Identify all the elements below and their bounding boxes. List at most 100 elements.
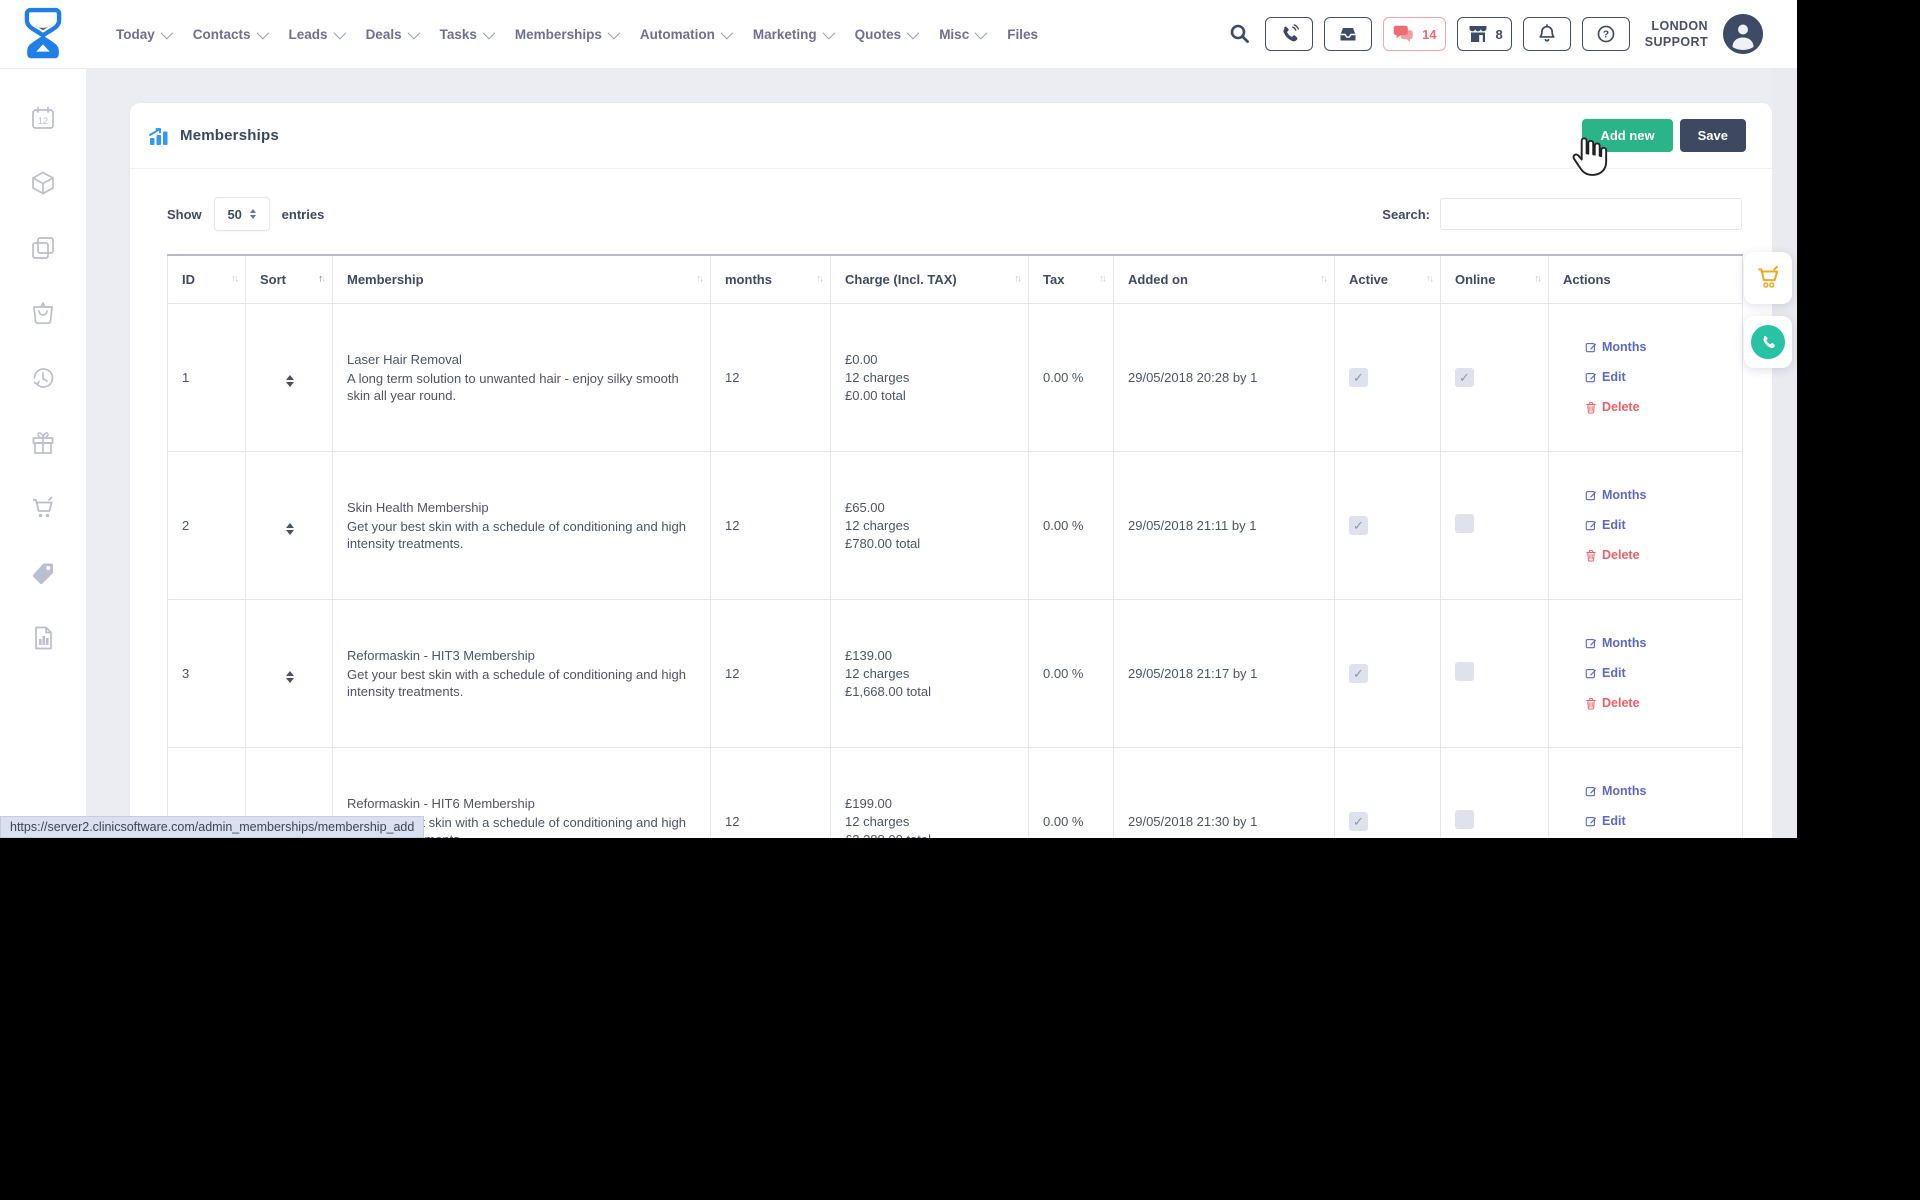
clinicsoftware-logo[interactable] [0, 7, 86, 61]
save-button[interactable]: Save [1680, 119, 1746, 152]
notifications-button[interactable] [1523, 17, 1571, 51]
col-header-membership[interactable]: Membership↑↓ [333, 255, 711, 303]
edit-link[interactable]: Edit [1585, 369, 1626, 386]
online-checkbox[interactable] [1455, 810, 1474, 829]
col-header-sort[interactable]: Sort↑↓ [246, 255, 333, 303]
inbox-icon [1336, 22, 1360, 46]
col-header-months[interactable]: months↑↓ [711, 255, 831, 303]
nav-item-memberships[interactable]: Memberships [515, 27, 617, 42]
charge-amount: £65.00 [845, 499, 1016, 516]
chevron-down-icon [607, 26, 620, 39]
chat-button[interactable]: 14 [1383, 17, 1445, 51]
phone-button[interactable] [1265, 17, 1313, 51]
delete-link[interactable]: Delete [1585, 695, 1640, 712]
nav-item-today[interactable]: Today [116, 27, 170, 42]
nav-item-marketing[interactable]: Marketing [753, 27, 832, 42]
report-icon[interactable] [30, 625, 56, 651]
floating-call-button[interactable] [1744, 316, 1792, 368]
cell-id: 3 [168, 599, 246, 747]
bag-icon[interactable] [30, 300, 56, 326]
inbox-button[interactable] [1324, 17, 1372, 51]
nav-item-leads[interactable]: Leads [289, 27, 343, 42]
nav-item-contacts[interactable]: Contacts [193, 27, 266, 42]
page-size-select[interactable]: 50 [214, 197, 270, 231]
active-checkbox[interactable] [1349, 664, 1368, 683]
sort-arrows-icon: ↑↓ [318, 274, 324, 285]
cart-icon[interactable] [30, 495, 56, 521]
search-button[interactable] [1226, 17, 1254, 51]
drag-sort-handle[interactable] [286, 375, 294, 387]
col-header-online[interactable]: Online↑↓ [1441, 255, 1549, 303]
page-scrollbar[interactable] [1772, 68, 1797, 838]
active-checkbox[interactable] [1349, 812, 1368, 831]
chevron-down-icon [160, 26, 173, 39]
active-checkbox[interactable] [1349, 516, 1368, 535]
membership-name: Laser Hair Removal [347, 351, 698, 368]
chat-count-badge: 14 [1422, 27, 1436, 42]
col-header-tax[interactable]: Tax↑↓ [1029, 255, 1114, 303]
col-header-id[interactable]: ID↑↓ [168, 255, 246, 303]
show-label: Show [167, 207, 202, 222]
tag-icon[interactable] [30, 560, 56, 586]
page-title: Memberships [180, 127, 279, 144]
sort-arrows-icon: ↑↓ [1014, 274, 1020, 285]
add-new-button[interactable]: Add new [1582, 119, 1672, 152]
sort-arrows-icon: ↑↓ [1426, 274, 1432, 285]
edit-icon [1585, 519, 1597, 531]
delete-link[interactable]: Delete [1585, 547, 1640, 564]
nav-item-files[interactable]: Files [1007, 27, 1038, 42]
search-input[interactable] [1440, 198, 1742, 230]
help-button[interactable]: ? [1582, 17, 1630, 51]
floating-cart-button[interactable] [1744, 252, 1792, 304]
delete-link[interactable]: Delete [1585, 399, 1640, 416]
nav-item-quotes[interactable]: Quotes [855, 27, 917, 42]
chevron-down-icon [482, 26, 495, 39]
months-link[interactable]: Months [1585, 487, 1646, 504]
col-header-charge[interactable]: Charge (Incl. TAX)↑↓ [831, 255, 1029, 303]
months-link[interactable]: Months [1585, 635, 1646, 652]
nav-item-automation[interactable]: Automation [640, 27, 730, 42]
sort-arrows-icon: ↑↓ [1320, 274, 1326, 285]
online-checkbox[interactable] [1455, 514, 1474, 533]
nav-item-tasks[interactable]: Tasks [440, 27, 492, 42]
history-icon[interactable] [30, 365, 56, 391]
sort-arrows-icon: ↑↓ [1534, 274, 1540, 285]
chat-icon [1392, 23, 1416, 45]
gift-icon[interactable] [30, 430, 56, 456]
charge-total: £2,388.00 total [845, 831, 1016, 839]
nav-item-misc[interactable]: Misc [939, 27, 984, 42]
cart-icon [1754, 264, 1782, 292]
chevron-down-icon [333, 26, 346, 39]
col-header-added-on[interactable]: Added on↑↓ [1114, 255, 1335, 303]
topbar: Today Contacts Leads Deals Tasks Members… [0, 0, 1797, 69]
cell-months: 12 [711, 599, 831, 747]
calendar-icon[interactable]: 12 [30, 105, 56, 131]
cell-actions: Months Edit Delete [1549, 451, 1743, 599]
person-icon [1723, 14, 1763, 54]
table-row: 3 Reformaskin - HIT3 Membership Get your… [168, 599, 1743, 747]
online-checkbox[interactable] [1455, 662, 1474, 681]
edit-link[interactable]: Edit [1585, 813, 1626, 830]
nav-label: Leads [289, 27, 328, 42]
nav-label: Quotes [855, 27, 902, 42]
edit-link[interactable]: Edit [1585, 517, 1626, 534]
drag-sort-handle[interactable] [286, 671, 294, 683]
edit-link[interactable]: Edit [1585, 665, 1626, 682]
months-link[interactable]: Months [1585, 339, 1646, 356]
search-control: Search: [1382, 198, 1742, 230]
store-button[interactable]: 8 [1457, 17, 1512, 51]
chevron-down-icon [407, 26, 420, 39]
online-checkbox[interactable] [1455, 368, 1474, 387]
active-checkbox[interactable] [1349, 368, 1368, 387]
charge-amount: £199.00 [845, 795, 1016, 812]
package-icon[interactable] [30, 170, 56, 196]
copy-icon[interactable] [30, 235, 56, 261]
cell-tax: 0.00 % [1029, 747, 1114, 838]
cell-charge: £199.00 12 charges £2,388.00 total [831, 747, 1029, 838]
user-avatar[interactable] [1723, 14, 1763, 54]
months-link[interactable]: Months [1585, 783, 1646, 800]
cell-charge: £65.00 12 charges £780.00 total [831, 451, 1029, 599]
drag-sort-handle[interactable] [286, 523, 294, 535]
nav-item-deals[interactable]: Deals [366, 27, 417, 42]
col-header-active[interactable]: Active↑↓ [1335, 255, 1441, 303]
